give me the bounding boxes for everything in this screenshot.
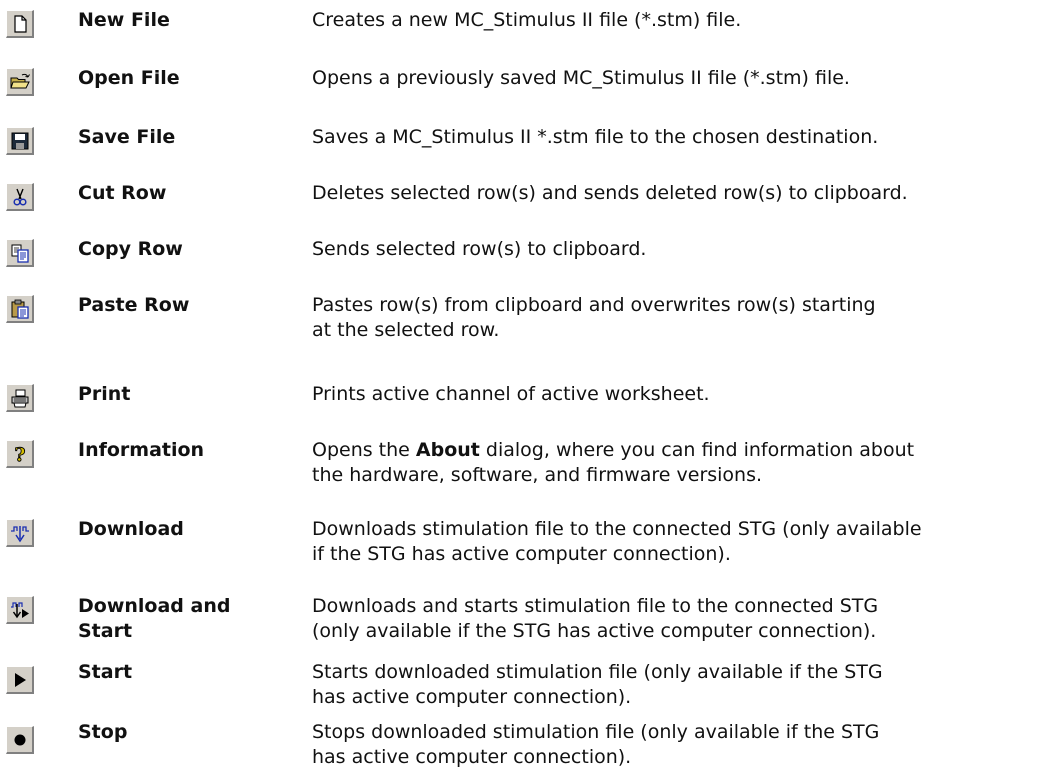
scissors-icon: [13, 188, 27, 206]
command-name: Open File: [78, 67, 180, 89]
command-description: Opens the About dialog, where you can fi…: [312, 439, 915, 486]
command-name: Information: [78, 439, 205, 461]
new-file-icon: [14, 15, 27, 33]
command-description: Opens a previously saved MC_Stimulus II …: [312, 67, 850, 89]
command-name: New File: [78, 9, 170, 31]
command-description: Downloads and starts stimulation file to…: [312, 595, 879, 642]
download-icon: [11, 526, 29, 543]
svg-text:?: ?: [14, 444, 25, 465]
stop-button[interactable]: [6, 726, 34, 754]
open-folder-icon: [10, 73, 30, 89]
paste-row-button[interactable]: [6, 295, 34, 323]
command-description: Creates a new MC_Stimulus II file (*.stm…: [312, 9, 742, 31]
stop-icon: [14, 734, 26, 746]
copy-row-button[interactable]: [6, 239, 34, 267]
download-start-icon: [11, 602, 29, 619]
command-name: Start: [78, 661, 133, 683]
command-description: Sends selected row(s) to clipboard.: [312, 238, 647, 260]
download-button[interactable]: [6, 519, 34, 547]
command-name: Save File: [78, 126, 176, 148]
play-icon: [15, 673, 26, 687]
new-file-button[interactable]: [6, 10, 34, 38]
command-description: Downloads stimulation file to the connec…: [312, 518, 922, 565]
command-description: Pastes row(s) from clipboard and overwri…: [312, 294, 876, 341]
print-button[interactable]: [6, 384, 34, 412]
command-description: Saves a MC_Stimulus II *.stm file to the…: [312, 126, 879, 148]
paste-icon: [11, 299, 29, 319]
command-name: Cut Row: [78, 182, 167, 204]
printer-icon: [11, 389, 29, 408]
command-description: Deletes selected row(s) and sends delete…: [312, 182, 908, 204]
about-dialog-name: About: [415, 439, 480, 461]
download-and-start-button[interactable]: [6, 596, 34, 624]
information-button[interactable]: ?: [6, 440, 34, 468]
command-description: Starts downloaded stimulation file (only…: [312, 661, 883, 708]
open-file-button[interactable]: [6, 68, 34, 96]
question-mark-icon: ?: [14, 444, 26, 465]
command-name: Copy Row: [78, 238, 183, 260]
command-name: Stop: [78, 721, 128, 743]
command-name: Print: [78, 383, 131, 405]
command-description: Stops downloaded stimulation file (only …: [312, 721, 880, 768]
command-description: Prints active channel of active workshee…: [312, 383, 710, 405]
floppy-disk-icon: [11, 132, 29, 150]
command-name: Download and Start: [78, 595, 231, 642]
start-button[interactable]: [6, 666, 34, 694]
save-file-button[interactable]: [6, 127, 34, 155]
cut-row-button[interactable]: [6, 183, 34, 211]
command-name: Download: [78, 518, 184, 540]
copy-icon: [11, 244, 29, 263]
command-name: Paste Row: [78, 294, 190, 316]
